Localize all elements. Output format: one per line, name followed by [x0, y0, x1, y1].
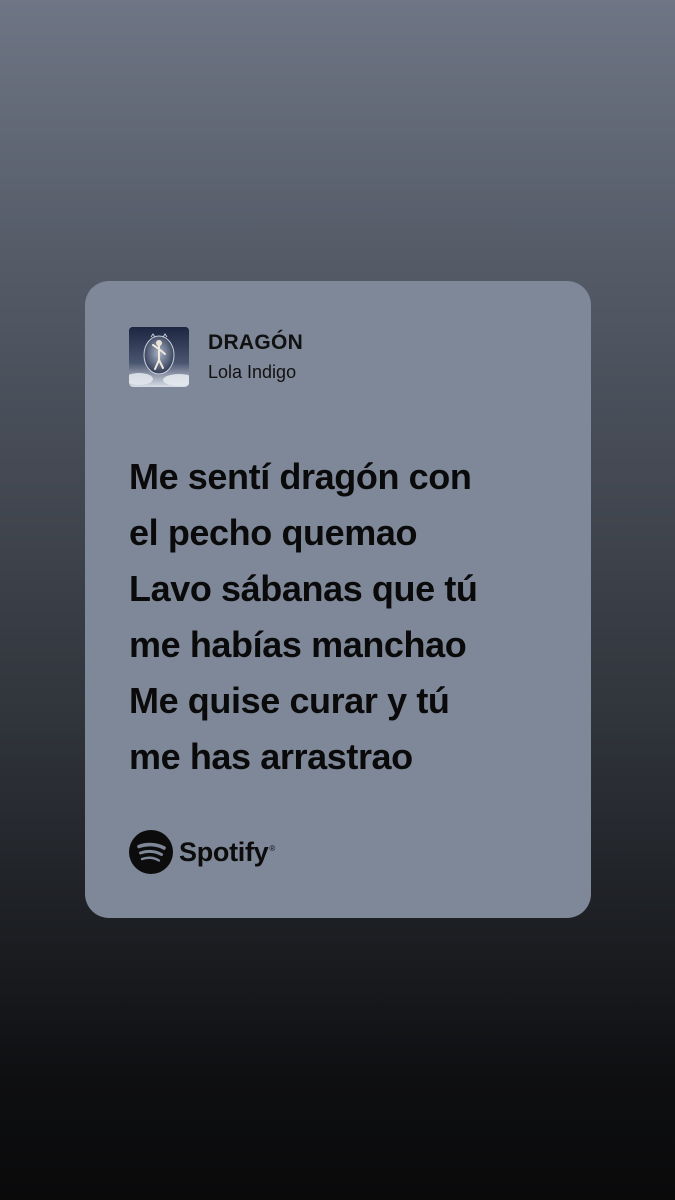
lyric-line: Me quise curar y tú: [129, 680, 450, 721]
track-artist: Lola Indigo: [208, 362, 297, 382]
spotify-logo-icon: [129, 830, 173, 874]
lyrics-share-card: DRAGÓN Lola Indigo Me sentí dragón con e…: [85, 281, 591, 918]
lyric-line: me has arrastrao: [129, 736, 413, 777]
spotify-wordmark: Spotify: [179, 836, 269, 867]
lyric-line: Lavo sábanas que tú: [129, 568, 478, 609]
lyric-line: me habías manchao: [129, 624, 467, 665]
spotify-brand: Spotify ®: [129, 830, 275, 874]
registered-mark: ®: [269, 844, 276, 853]
track-header: DRAGÓN Lola Indigo: [129, 327, 303, 387]
lyric-line: el pecho quemao: [129, 512, 418, 553]
lyrics-block: Me sentí dragón con el pecho quemao Lavo…: [129, 449, 569, 785]
track-title: DRAGÓN: [208, 331, 304, 354]
album-cover-image: [129, 327, 189, 387]
lyric-line: Me sentí dragón con: [129, 456, 472, 497]
